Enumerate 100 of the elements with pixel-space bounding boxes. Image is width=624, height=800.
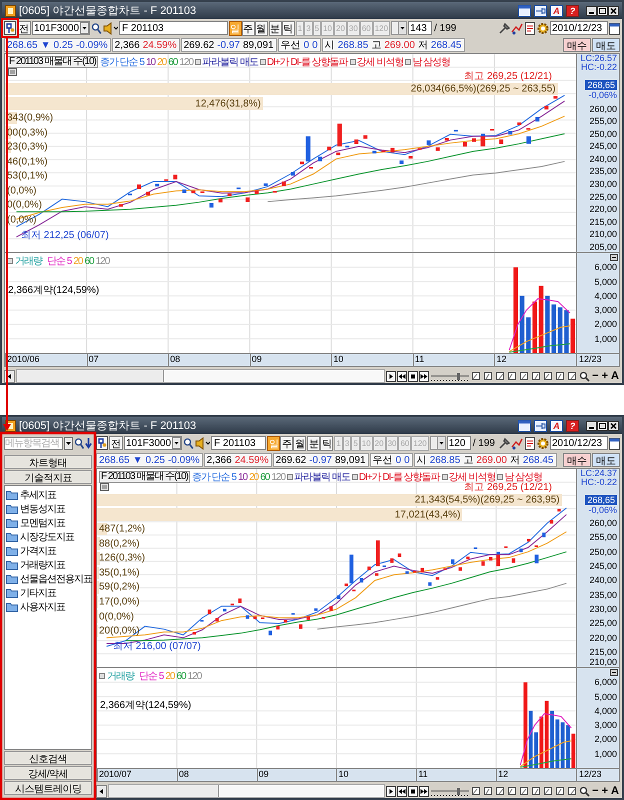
menu-button[interactable]: 시스템트레이딩 (4, 781, 92, 795)
font-button[interactable]: A (550, 4, 563, 16)
axis-label: 10 (336, 769, 416, 781)
legend-item: 120 (188, 670, 202, 682)
volume-profile-label: 343(0,9%) (6, 112, 54, 124)
code-dropdown[interactable]: 101F3000 (124, 436, 182, 450)
menu-button[interactable]: 신호검색 (4, 751, 92, 765)
volume-profile-label: 12,476(31,8%) (194, 98, 262, 110)
date-field[interactable]: 2010/12/23 (550, 21, 608, 35)
legend-item: 남 삼성형 (504, 471, 542, 483)
legend-item: 60 (260, 472, 270, 482)
interval-type-button[interactable]: 분 (268, 20, 282, 36)
axis-label: 250,00 (589, 128, 617, 139)
legend-title: F 201103 매물대 수(10) (7, 56, 98, 68)
axis-label: 5,000 (594, 276, 617, 287)
interval-type-button[interactable]: 틱 (282, 20, 295, 36)
font-button[interactable]: A (550, 420, 563, 432)
axis-label: 240,00 (589, 154, 617, 164)
indicator-folder[interactable]: 기타지표 (20, 586, 56, 600)
indicator-folder[interactable]: 변동성지표 (20, 502, 65, 516)
volume-profile-label: 17,021(43,4%) (394, 509, 462, 520)
window-title: [0605] 야간선물종합차트 - F 201103 (19, 4, 196, 18)
volume-info: 2,366계약(124,59%) (7, 284, 100, 297)
buy-button[interactable]: 매수 (563, 453, 591, 467)
legend-item: 강세 비석형 (448, 471, 496, 483)
help-button[interactable]: ? (566, 420, 579, 432)
legend-item: 20 (165, 670, 174, 682)
legend-item: 60 (168, 56, 178, 68)
indicator-folder[interactable]: 추세지표 (20, 488, 56, 502)
period-button[interactable]: 주 (242, 20, 255, 36)
axis-label: 4,000 (594, 290, 617, 301)
axis-label: 12/23 (576, 354, 619, 366)
category-tab[interactable]: 기술적지표 (4, 470, 92, 484)
interval-type-button[interactable]: 분 (307, 436, 320, 450)
zoom-control[interactable]: + (600, 785, 610, 797)
axis-label: 12 (496, 769, 576, 781)
name-field[interactable]: F 201103 (211, 436, 266, 450)
buy-button[interactable]: 매수 (563, 38, 591, 52)
volume-profile-label: 487(1,2%) (98, 524, 146, 535)
period-button[interactable]: 주 (280, 436, 294, 450)
indicator-folder[interactable]: 가격지표 (20, 544, 56, 558)
axis-label: 08 (168, 354, 250, 366)
change-label: -0,06% (588, 90, 617, 100)
axis-label: 235,00 (589, 166, 617, 176)
market-button[interactable]: 전 (109, 436, 123, 450)
zoom-control[interactable]: − (591, 785, 600, 797)
axis-label: 09 (250, 354, 332, 366)
indicator-folder[interactable]: 거래량지표 (20, 558, 65, 572)
legend-item: 단순 5 (47, 255, 72, 268)
zoom-control[interactable]: − (591, 370, 600, 382)
count-field[interactable]: 120 (446, 436, 471, 450)
axis-label: 2,000 (594, 319, 617, 330)
axis-label: 215,00 (589, 216, 617, 227)
axis-label: 230,00 (589, 179, 617, 190)
volume-profile-label: 26,034(66,5%)(269,25 ~ 263,55) (410, 84, 557, 95)
legend-item: 20 (73, 256, 82, 266)
name-field[interactable]: F 201103 (119, 21, 228, 35)
axis-label: 1,000 (594, 334, 617, 344)
legend-item: DI+가 DI-를 상향돌파 (358, 471, 440, 484)
volume-info: 2,366계약(124,59%) (99, 699, 192, 712)
indicator-folder[interactable]: 시장강도지표 (20, 530, 74, 544)
legend-item: 남 삼성형 (412, 56, 450, 69)
legend-item: 파라볼릭 매도 (202, 56, 258, 69)
quote-cell: 시 268.85 고 269.00 저 268.45 (414, 453, 556, 467)
date-field[interactable]: 2010/12/23 (550, 436, 608, 450)
help-button[interactable]: ? (566, 4, 579, 16)
interval-type-button[interactable]: 틱 (320, 436, 334, 450)
search-field[interactable]: 메뉴항목검색 (4, 437, 63, 450)
indicator-folder[interactable]: 사용자지표 (20, 600, 65, 614)
axis-label: 255,00 (589, 532, 617, 542)
sell-button[interactable]: 매도 (592, 38, 620, 52)
quote-cell: 시 268.85 고 269.00 저 268.45 (322, 38, 464, 52)
axis-label: 1,000 (594, 748, 617, 759)
count-field[interactable]: 143 (408, 21, 432, 35)
period-button[interactable]: 월 (254, 20, 268, 36)
axis-label: 225,00 (589, 192, 617, 202)
high-price-label: 최고 269,25 (12/21) (464, 482, 552, 493)
period-button[interactable]: 월 (293, 436, 306, 450)
indicator-folder[interactable]: 모멘텀지표 (20, 516, 65, 530)
axis-label: 260,00 (589, 518, 617, 528)
total-count: / 199 (472, 438, 496, 448)
axis-label: 10 (331, 354, 413, 366)
quote-cell: 우선 0 0 (370, 453, 413, 467)
volume-profile-label: 59(0,2%) (98, 582, 141, 593)
zoom-control[interactable]: A (610, 370, 620, 382)
legend-item: 강세 비석형 (356, 56, 404, 69)
indicator-value: LC:24.37 (580, 469, 617, 478)
legend-title: F 201103 매물대 수(10) (99, 471, 190, 483)
zoom-control[interactable]: A (610, 785, 620, 797)
legend-item: 10 (146, 56, 156, 68)
category-tab[interactable]: 차트형태 (4, 455, 92, 469)
sell-button[interactable]: 매도 (592, 453, 620, 467)
quote-cell: 2,366 24.59% (112, 38, 180, 52)
quote-cell: 268.65 ▼ 0.25 -0.09% (96, 453, 203, 467)
indicator-folder[interactable]: 선물옵션전용지표 (20, 572, 92, 586)
quote-cell: 우선 0 0 (278, 38, 321, 52)
zoom-control[interactable]: + (600, 370, 610, 382)
menu-button[interactable]: 강세/약세 (4, 766, 92, 780)
legend-item: 120 (96, 256, 110, 266)
code-dropdown[interactable]: 101F3000 (32, 21, 90, 35)
